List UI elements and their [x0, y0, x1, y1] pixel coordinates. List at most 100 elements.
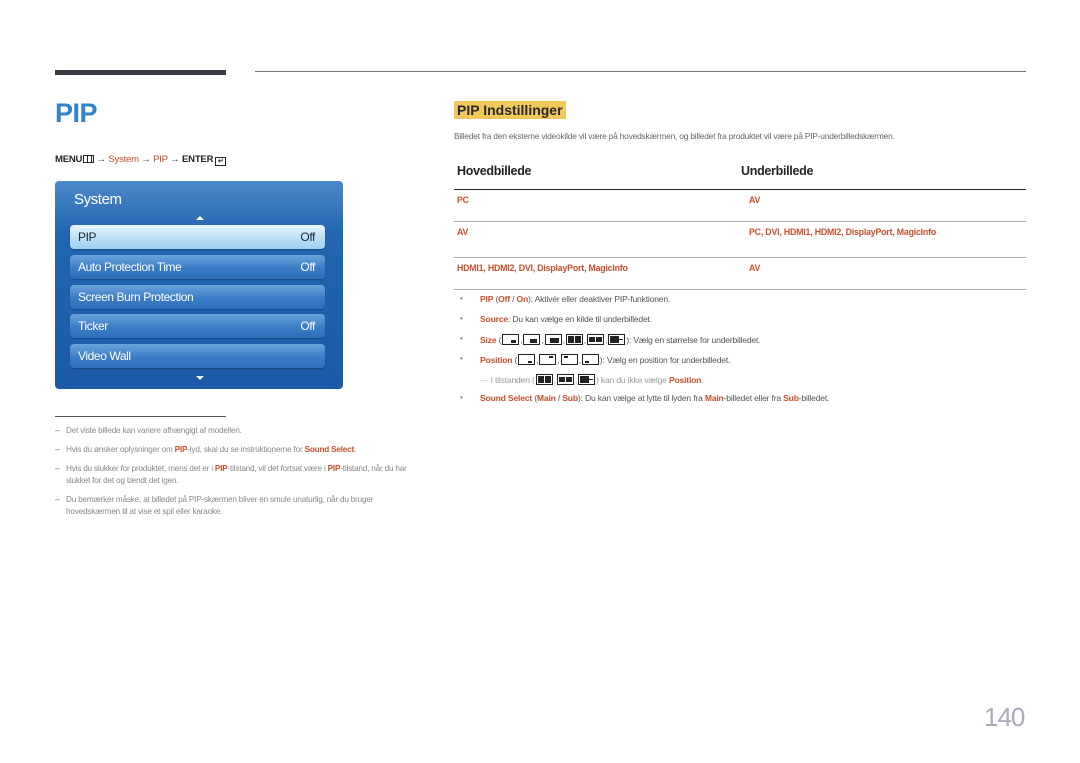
osd-item-ticker[interactable]: Ticker Off: [70, 314, 325, 338]
footnotes: Det viste billede kan variere afhængigt …: [55, 425, 425, 525]
note-highlight: Sound Select: [304, 445, 355, 454]
menu-path-system: System: [108, 154, 139, 165]
bullet-label: Sound Select: [480, 393, 533, 403]
bullet-label: Position: [480, 355, 513, 365]
osd-item-value: Off: [300, 230, 315, 244]
header-rule-thick: [55, 70, 226, 75]
highlight-main: Main: [704, 393, 724, 403]
note: Hvis du ønsker oplysninger om PIP-lyd, s…: [55, 444, 425, 456]
osd-item-video-wall[interactable]: Video Wall: [70, 344, 325, 368]
note: Du bemærker måske, at billedet på PIP-sk…: [55, 494, 425, 518]
header-rule-thin: [255, 71, 1026, 72]
osd-item-label: Auto Protection Time: [78, 260, 182, 274]
osd-item-value: Off: [300, 260, 315, 274]
bullet-desc: : Du kan vælge at lytte til lyden fra: [580, 393, 705, 403]
split-wide-icon: [556, 374, 574, 385]
osd-title: System: [74, 191, 122, 208]
osd-item-pip[interactable]: PIP Off: [70, 225, 325, 249]
split-equal-icon: [565, 334, 583, 345]
note-text: -lyd, skal du se instruktionerne for: [187, 445, 305, 454]
bullet-desc: -billedet.: [798, 393, 830, 403]
settings-list: PIP (Off / On): Aktivér eller deaktiver …: [460, 294, 829, 413]
paren: (: [496, 335, 502, 345]
scroll-up-icon[interactable]: [196, 216, 204, 220]
page-title: PIP: [55, 98, 98, 128]
arrow: →: [96, 154, 107, 165]
table-cell: AV: [749, 263, 761, 273]
bullet-label: PIP: [480, 294, 494, 304]
option-sub: Sub: [562, 393, 578, 403]
split-equal-icon: [535, 374, 553, 385]
arrow: →: [170, 154, 180, 165]
pip-small-icon: [502, 334, 520, 345]
footnote-rule: [55, 416, 226, 417]
note-text: Hvis du slukker for produktet, mens det …: [66, 464, 215, 473]
pip-medium-icon: [523, 334, 541, 345]
bullet-desc: : Aktivér eller deaktiver PIP-funktionen…: [530, 294, 671, 304]
menu-path-pip: PIP: [153, 154, 168, 165]
note-highlight: Position: [668, 375, 702, 385]
note-highlight: PIP: [214, 464, 228, 473]
bullet-sound-select: Sound Select (Main / Sub): Du kan vælge …: [460, 393, 829, 413]
pip-side-icon: [608, 334, 626, 345]
highlight-sub: Sub: [783, 393, 799, 403]
bullet-desc: : Du kan vælge en kilde til underbillede…: [507, 314, 652, 324]
osd-item-value: Off: [300, 319, 315, 333]
scroll-down-icon[interactable]: [196, 376, 204, 380]
pip-side-icon: [578, 374, 596, 385]
bullet-desc: : Vælg en position for underbilledet.: [602, 355, 731, 365]
osd-item-label: Screen Burn Protection: [78, 290, 194, 304]
osd-system-menu: System PIP Off Auto Protection Time Off …: [55, 181, 343, 389]
table-cell: PC, DVI, HDMI1, HDMI2, DisplayPort, Magi…: [749, 227, 937, 237]
position-bottom-right-icon: [518, 354, 536, 365]
column-header: Hovedbillede: [457, 164, 532, 178]
bullet-desc: : Vælg en størrelse for underbilledet.: [628, 335, 761, 345]
bullet-label: Source: [480, 314, 508, 324]
position-top-right-icon: [539, 354, 557, 365]
section-title: PIP Indstillinger: [454, 101, 566, 119]
separator: /: [509, 294, 517, 304]
option-off: Off: [498, 294, 510, 304]
note-text: Det viste billede kan variere afhængigt …: [66, 426, 242, 435]
split-wide-icon: [587, 334, 605, 345]
osd-item-label: Video Wall: [78, 349, 131, 363]
osd-item-screen-burn-protection[interactable]: Screen Burn Protection: [70, 285, 325, 309]
section-intro: Billedet fra den eksterne videokilde vil…: [454, 131, 895, 141]
table-cell: HDMI1, HDMI2, DVI, DisplayPort, MagicInf…: [457, 263, 628, 273]
note-text: Du bemærker måske, at billedet på PIP-sk…: [66, 495, 374, 516]
table-cell: AV: [457, 227, 469, 237]
enter-icon: ↵: [215, 157, 227, 166]
position-note: — I tilstanden (,,) kan du ikke vælge Po…: [480, 374, 704, 385]
table-row: AV PC, DVI, HDMI1, HDMI2, DisplayPort, M…: [454, 222, 1026, 258]
bullet-pip: PIP (Off / On): Aktivér eller deaktiver …: [460, 294, 829, 314]
bullet-desc: -billedet eller fra: [723, 393, 784, 403]
position-bottom-left-icon: [581, 354, 599, 365]
table-cell: AV: [749, 195, 761, 205]
page-number: 140: [984, 702, 1025, 732]
bullet-label: Size: [480, 335, 497, 345]
osd-item-label: PIP: [78, 230, 97, 244]
note: Det viste billede kan variere afhængigt …: [55, 425, 425, 437]
menu-grid-icon: [83, 155, 95, 163]
menu-label: MENU: [55, 154, 83, 165]
arrow: →: [141, 154, 151, 165]
bullet-size: Size (,,,,,): Vælg en størrelse for unde…: [460, 334, 829, 354]
table-row: PC AV: [454, 190, 1026, 222]
pip-large-icon: [544, 334, 562, 345]
note-text: ) kan du ikke vælge: [596, 375, 669, 385]
bullet-position: Position (,,,): Vælg en position for und…: [460, 354, 829, 374]
option-main: Main: [536, 393, 556, 403]
note-text: Hvis du ønsker oplysninger om: [66, 445, 175, 454]
note-highlight: PIP: [174, 445, 188, 454]
table-row: HDMI1, HDMI2, DVI, DisplayPort, MagicInf…: [454, 258, 1026, 290]
column-header: Underbillede: [741, 164, 814, 178]
position-top-left-icon: [560, 354, 578, 365]
note-text: .: [701, 375, 704, 385]
menu-path: MENU → System → PIP → ENTER ↵: [55, 154, 227, 166]
osd-item-auto-protection-time[interactable]: Auto Protection Time Off: [70, 255, 325, 279]
table-header: Hovedbillede Underbillede: [454, 162, 1026, 190]
paren: (: [512, 355, 518, 365]
option-on: On: [516, 294, 529, 304]
bullet-source: Source: Du kan vælge en kilde til underb…: [460, 314, 829, 334]
note: Hvis du slukker for produktet, mens det …: [55, 463, 425, 487]
